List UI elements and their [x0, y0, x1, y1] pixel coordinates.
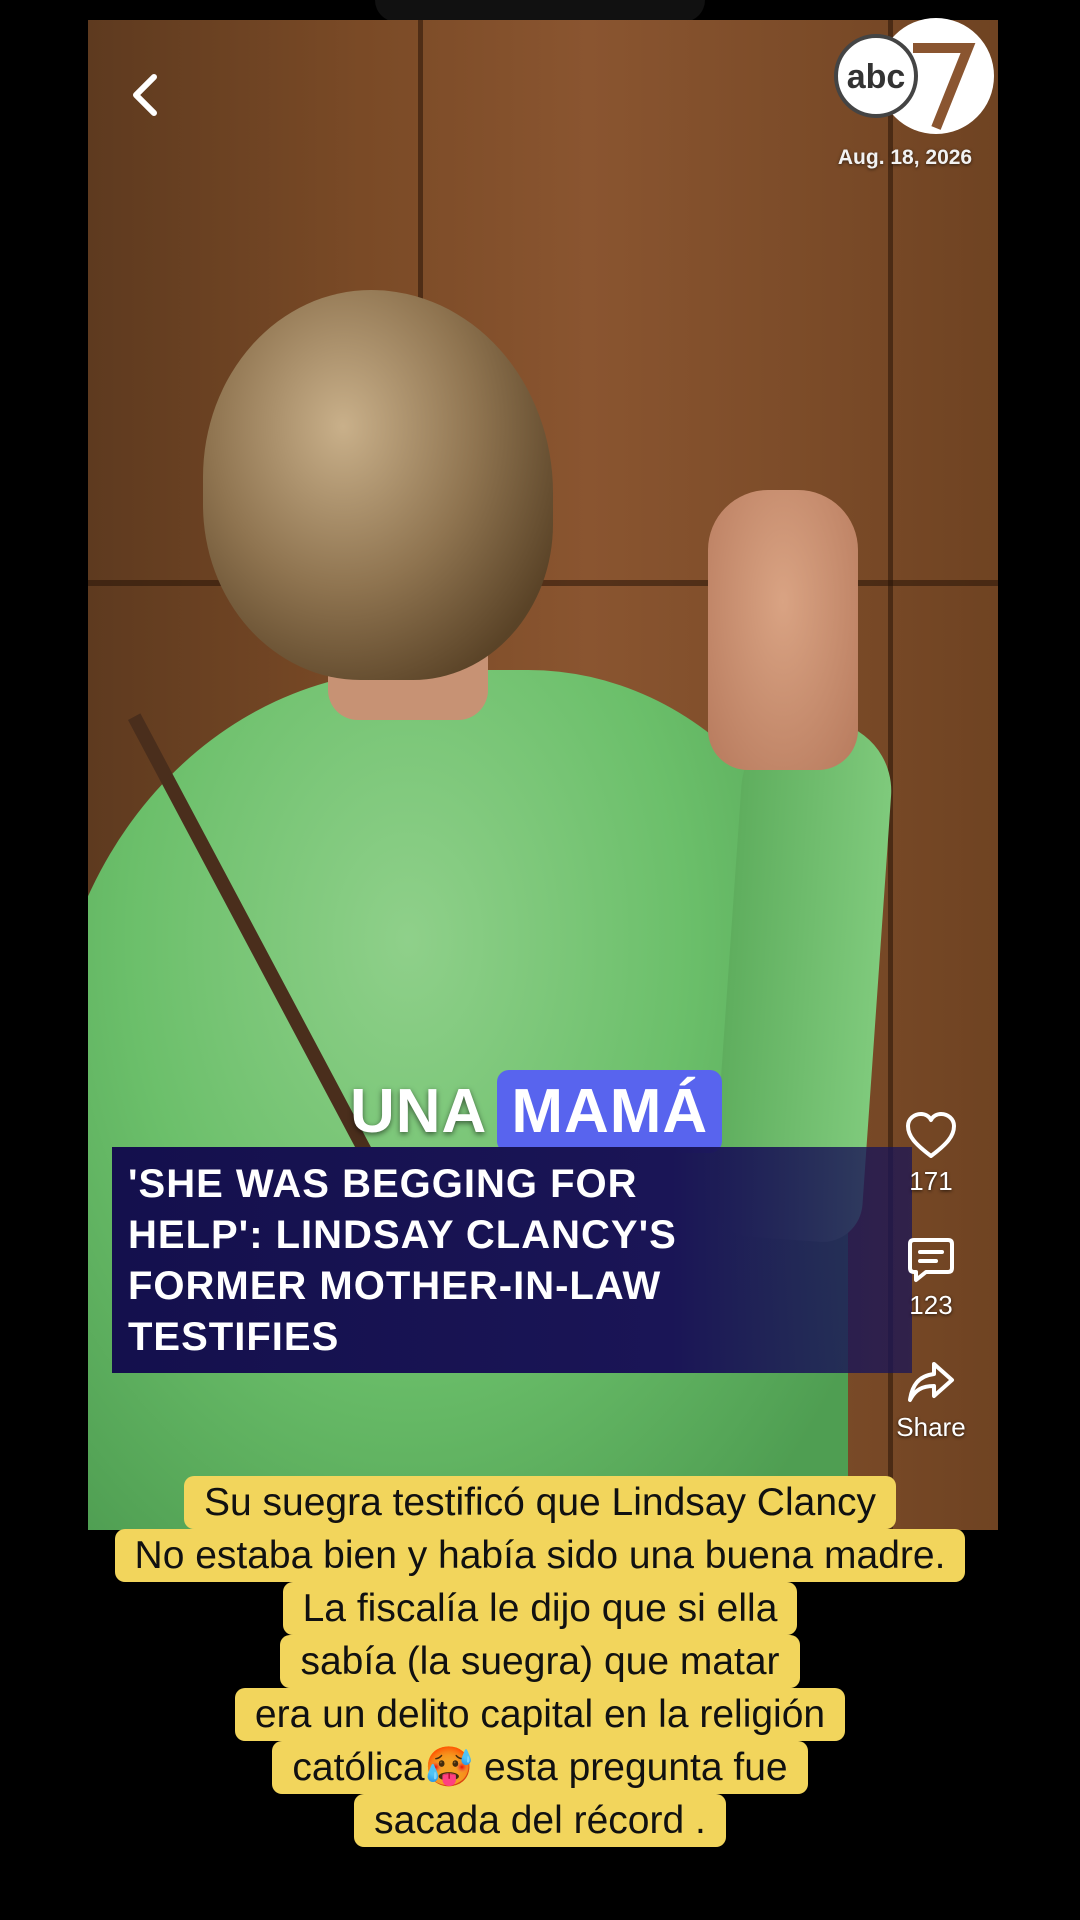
- caption-line: No estaba bien y había sido una buena ma…: [114, 1529, 966, 1582]
- headline-line: HELP': LINDSAY CLANCY'S: [128, 1213, 677, 1257]
- comment-button[interactable]: 123: [880, 1236, 982, 1321]
- news-headline-banner: 'SHE WAS BEGGING FOR HELP': LINDSAY CLAN…: [112, 1147, 912, 1373]
- woman-hair: [203, 290, 553, 680]
- heart-icon: [906, 1112, 956, 1158]
- headline-line: 'SHE WAS BEGGING FOR: [128, 1162, 638, 1206]
- svg-text:abc: abc: [847, 58, 906, 96]
- share-label: Share: [896, 1412, 966, 1442]
- comment-icon: [908, 1238, 954, 1282]
- share-icon: [908, 1362, 954, 1402]
- like-button[interactable]: 171: [880, 1112, 982, 1197]
- share-button[interactable]: Share: [880, 1360, 982, 1443]
- title-word-highlight: MAMÁ: [497, 1069, 723, 1153]
- headline-line: FORMER MOTHER-IN-LAW: [128, 1264, 662, 1308]
- caption-line: católica🥵 esta pregunta fue: [272, 1741, 808, 1794]
- caption-text: Su suegra testificó que Lindsay Clancy N…: [40, 1476, 1040, 1847]
- caption-line: era un delito capital en la religión: [234, 1688, 846, 1741]
- comment-count: 123: [909, 1290, 953, 1320]
- video-date: Aug. 18, 2026: [837, 146, 973, 169]
- caption-line: sabía (la suegra) que matar: [280, 1635, 800, 1688]
- camera-notch: [375, 0, 705, 22]
- caption-line: La fiscalía le dijo que si ella: [282, 1582, 798, 1635]
- headline-line: TESTIFIES: [128, 1315, 340, 1359]
- screen: abc Aug. 18, 2026 UNA MAMÁ 'SHE WAS BEGG…: [0, 0, 1080, 1920]
- like-count: 171: [909, 1166, 953, 1196]
- back-button[interactable]: [120, 70, 170, 120]
- caption-line: Su suegra testificó que Lindsay Clancy: [183, 1476, 897, 1529]
- caption-line: sacada del récord .: [354, 1794, 726, 1847]
- title-word-plain: UNA: [350, 1076, 488, 1146]
- chevron-left-icon: [133, 74, 157, 116]
- abc7-logo: abc: [818, 16, 998, 136]
- raised-hand: [708, 490, 858, 770]
- headline-text: 'SHE WAS BEGGING FOR HELP': LINDSAY CLAN…: [128, 1159, 898, 1363]
